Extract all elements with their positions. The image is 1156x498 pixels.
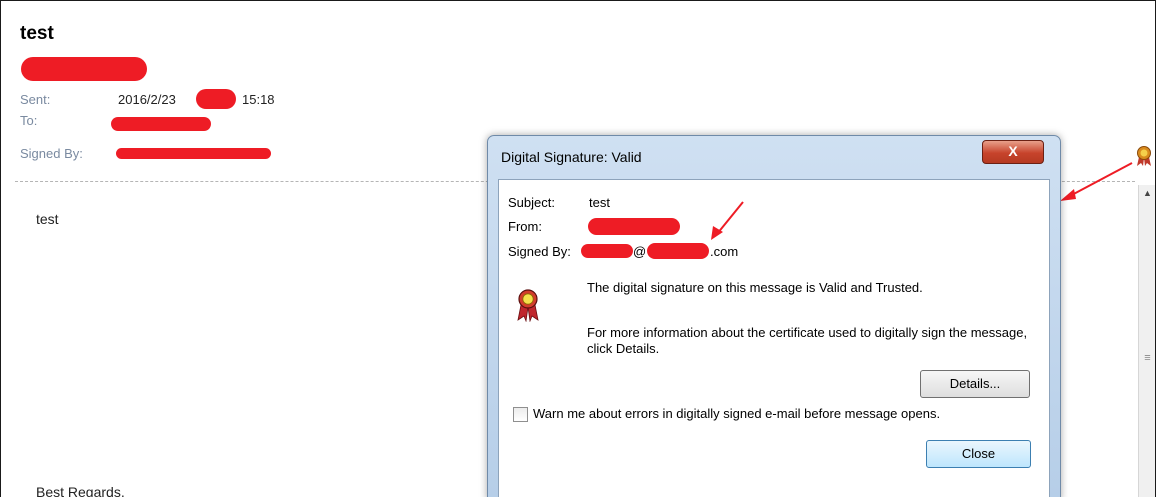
- email-closing: Best Regards,: [36, 484, 125, 497]
- subject-label: Subject:: [508, 195, 555, 210]
- digital-signature-dialog: Digital Signature: Valid X Subject: test…: [487, 135, 1061, 497]
- signature-status-message: The digital signature on this message is…: [587, 280, 923, 295]
- to-label: To:: [20, 113, 38, 128]
- dialog-signed-by-label: Signed By:: [508, 244, 571, 259]
- sent-date: 2016/2/23: [118, 92, 176, 107]
- signed-by-at-sign: @: [633, 244, 647, 259]
- details-button[interactable]: Details...: [920, 370, 1030, 398]
- subject-value: test: [589, 195, 610, 210]
- close-button[interactable]: Close: [926, 440, 1031, 468]
- signed-by-label: Signed By:: [20, 146, 83, 161]
- from-redaction: [588, 218, 680, 235]
- sent-day-redaction: [196, 89, 236, 109]
- dialog-signed-by-redaction-a: [581, 244, 633, 258]
- email-subject: test: [20, 23, 54, 44]
- annotation-arrow: [1060, 162, 1133, 201]
- email-body-text: test: [36, 211, 59, 227]
- sent-label: Sent:: [20, 92, 51, 107]
- dialog-title: Digital Signature: Valid: [501, 149, 642, 165]
- triangle-up-icon[interactable]: ▲: [1139, 185, 1155, 202]
- warn-errors-checkbox-label[interactable]: Warn me about errors in digitally signed…: [533, 406, 940, 421]
- email-reading-pane: test Sent: 2016/2/23 15:18 To: Signed By…: [0, 0, 1156, 497]
- certificate-ribbon-icon: [517, 289, 539, 322]
- dialog-annotation-arrow: [711, 201, 744, 240]
- scroll-grip-icon[interactable]: ≡: [1142, 353, 1153, 364]
- dialog-signed-by-redaction-b: [647, 243, 709, 259]
- certificate-info-message: For more information about the certifica…: [587, 325, 1028, 356]
- sender-redaction: [21, 57, 147, 81]
- dialog-close-x-button[interactable]: X: [982, 140, 1044, 164]
- sent-time: 15:18: [242, 92, 275, 107]
- dialog-content: Subject: test From: Signed By: @ .com Th…: [498, 179, 1050, 497]
- warn-errors-checkbox[interactable]: [513, 407, 528, 422]
- from-label: From:: [508, 219, 542, 234]
- to-redaction: [111, 117, 211, 131]
- certificate-ribbon-icon[interactable]: [1135, 145, 1153, 167]
- signed-by-redaction: [116, 148, 271, 159]
- signed-by-domain-suffix: .com: [710, 244, 739, 259]
- vertical-scrollbar[interactable]: ▲ ≡: [1138, 185, 1155, 497]
